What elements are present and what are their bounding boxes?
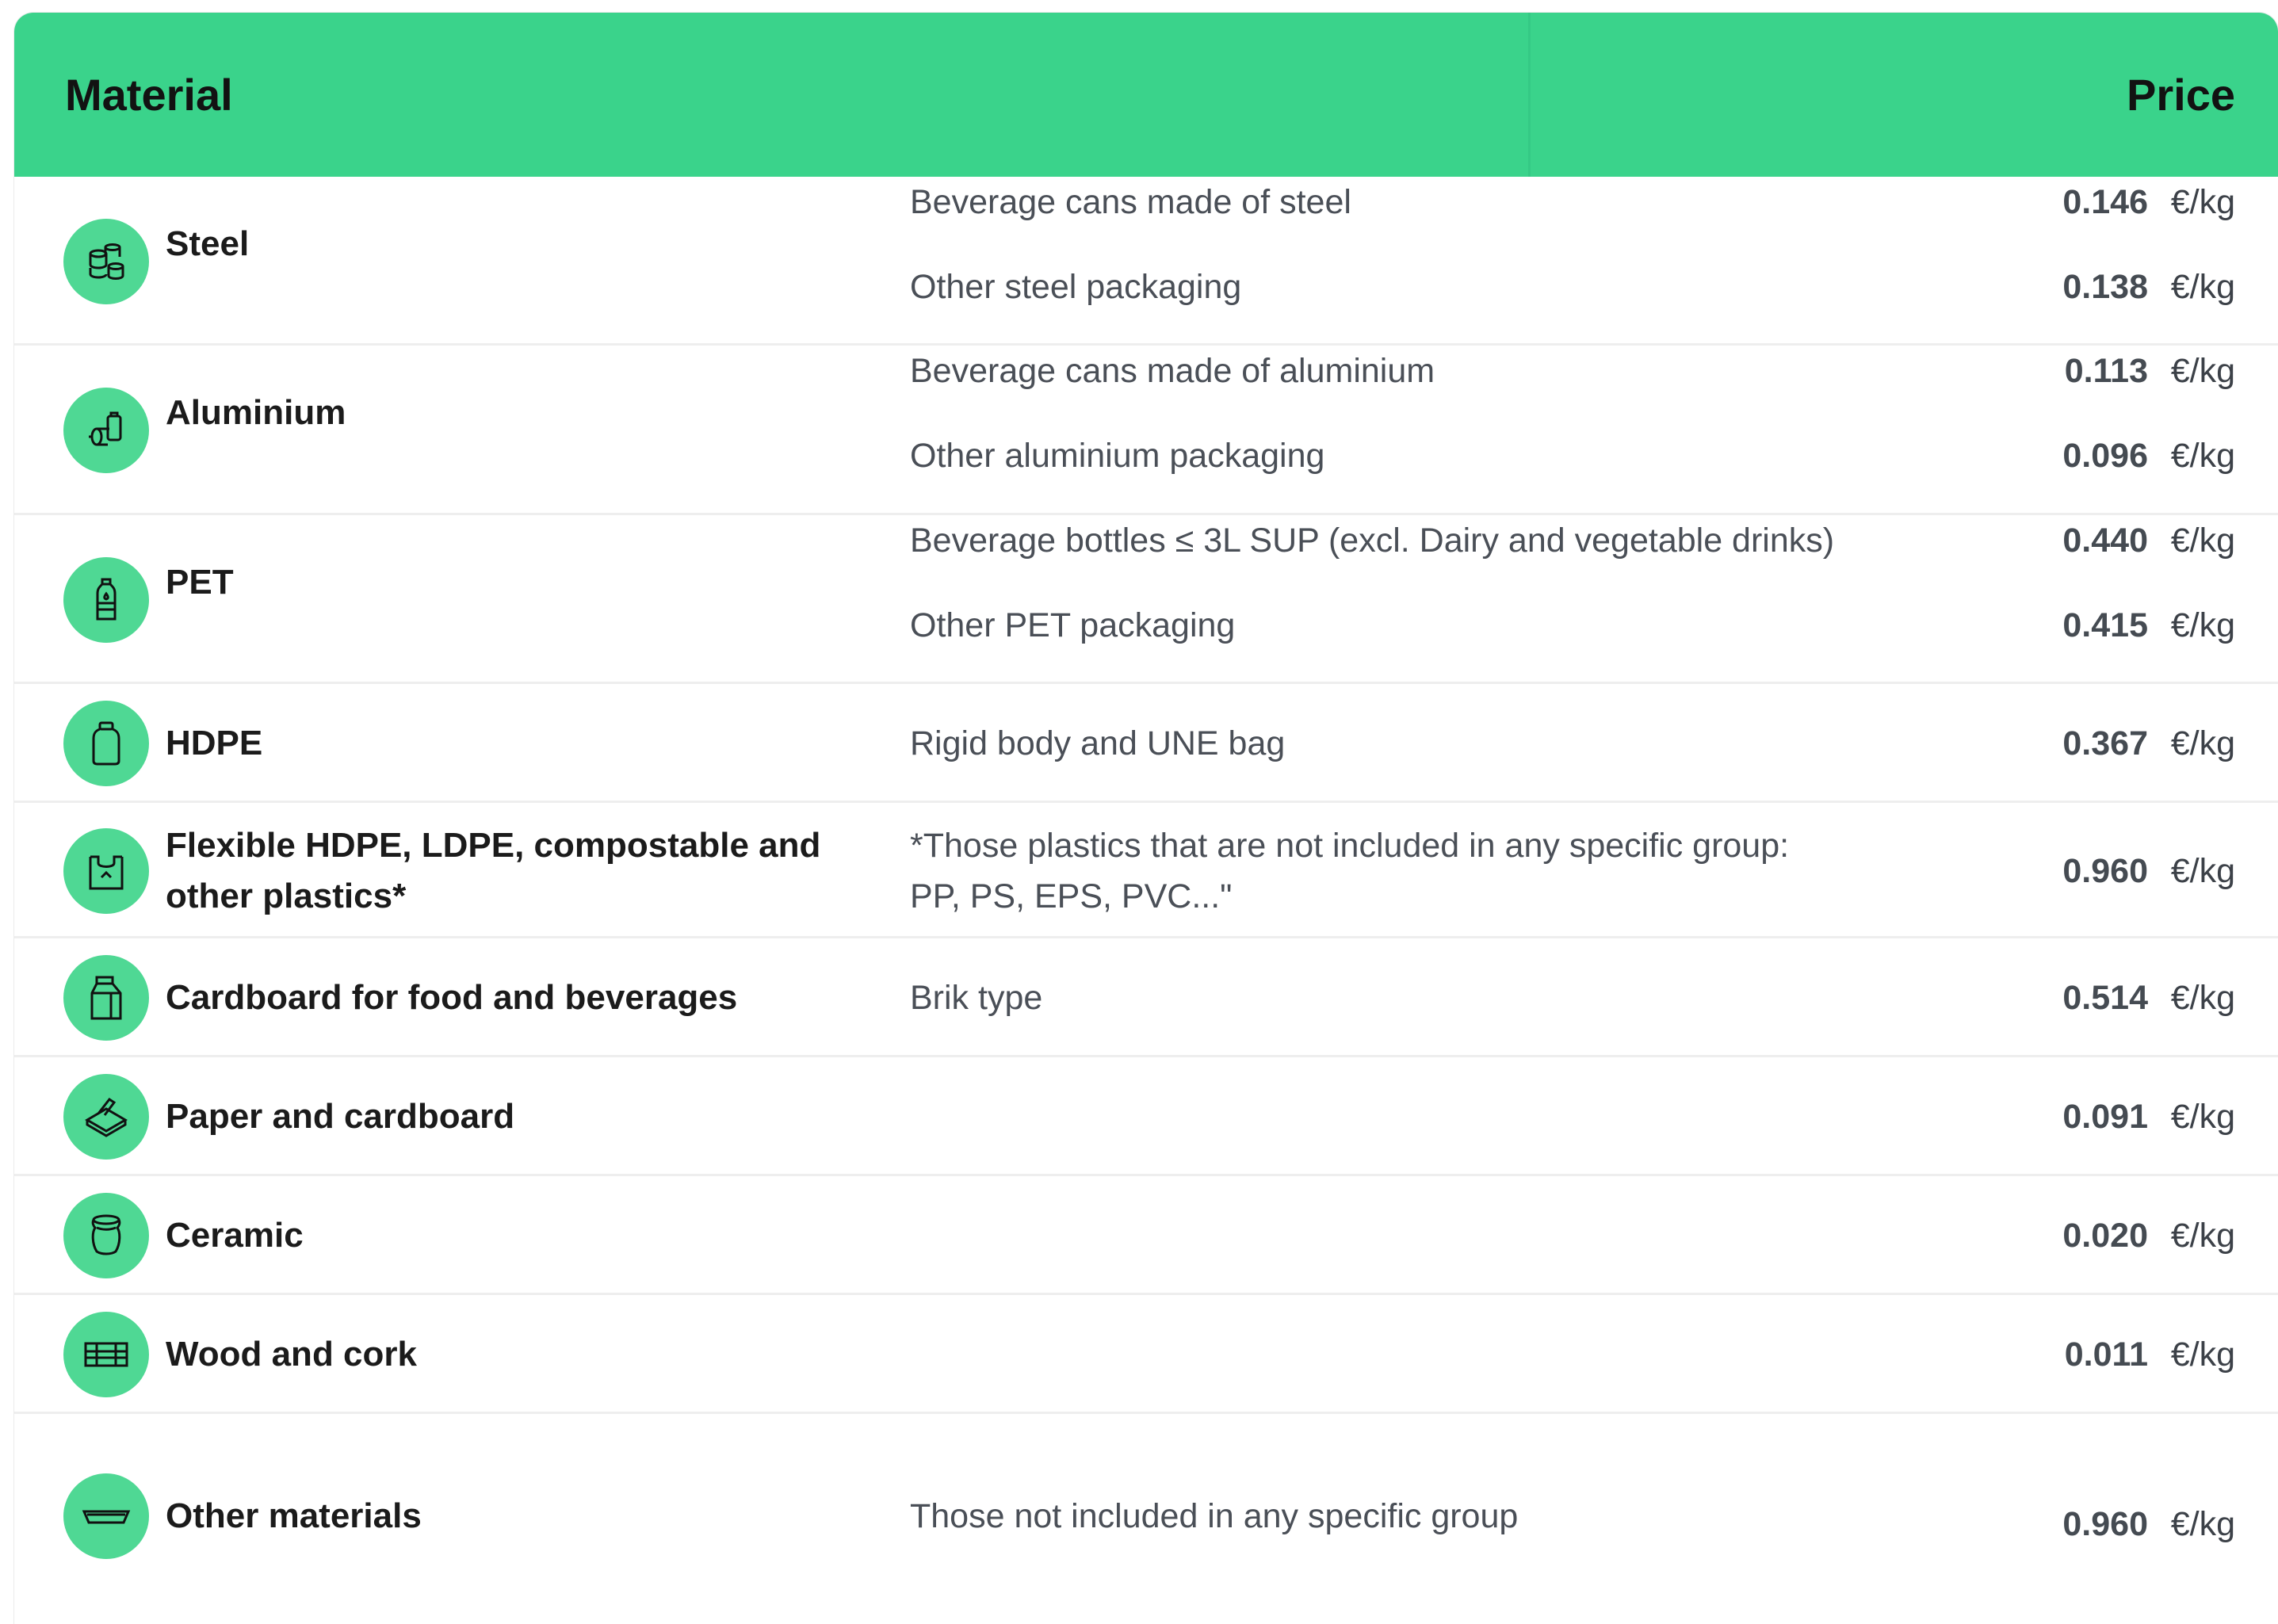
wood-pallet-icon: [63, 1312, 149, 1397]
carton-icon: [63, 955, 149, 1041]
description: Beverage cans made of steel: [910, 183, 1351, 221]
cardboard-box-icon: [63, 1074, 149, 1160]
table-row-paper-cardboard: Paper and cardboard 0.091 €/kg: [14, 1057, 2278, 1176]
price-unit: €/kg: [2170, 979, 2235, 1017]
material-name-line2: other plastics*: [166, 877, 407, 915]
column-header-material: Material: [65, 70, 233, 120]
table-row-ceramic: Ceramic 0.020 €/kg: [14, 1176, 2278, 1295]
price-value: 0.960: [2062, 852, 2148, 890]
material-name: Paper and cardboard: [166, 1097, 515, 1136]
table-row-other-materials: Other materials Those not included in an…: [14, 1414, 2278, 1624]
price-unit: €/kg: [2170, 1505, 2235, 1543]
price-unit: €/kg: [2170, 1098, 2235, 1136]
table-row-food-cardboard: Cardboard for food and beverages Brik ty…: [14, 938, 2278, 1057]
table-row-aluminium: Aluminium Beverage cans made of aluminiu…: [14, 346, 2278, 515]
price-value: 0.020: [2062, 1217, 2148, 1255]
description: Other steel packaging: [910, 268, 1242, 306]
description: Beverage cans made of aluminium: [910, 352, 1435, 390]
description: Other aluminium packaging: [910, 437, 1325, 475]
price-unit: €/kg: [2170, 183, 2235, 221]
price-unit: €/kg: [2170, 1217, 2235, 1255]
price-value: 0.138: [2062, 268, 2148, 306]
table-row-flexible-plastics: Flexible HDPE, LDPE, compostable and oth…: [14, 803, 2278, 938]
material-name: Flexible HDPE, LDPE, compostable and: [166, 826, 821, 865]
price-value: 0.415: [2062, 606, 2148, 644]
table-row-pet: PET Beverage bottles ≤ 3L SUP (excl. Dai…: [14, 515, 2278, 684]
description: Beverage bottles ≤ 3L SUP (excl. Dairy a…: [910, 522, 1835, 560]
description-line2: PP, PS, EPS, PVC...": [910, 877, 1233, 915]
table-header: Material Price: [14, 13, 2278, 177]
pet-bottle-icon: [63, 557, 149, 643]
description: Those not included in any specific group: [910, 1497, 1519, 1535]
description: Rigid body and UNE bag: [910, 724, 1286, 762]
price-unit: €/kg: [2170, 522, 2235, 560]
price-value: 0.091: [2062, 1098, 2148, 1136]
material-name: Steel: [166, 224, 250, 263]
price-unit: €/kg: [2170, 852, 2235, 890]
material-name: Cardboard for food and beverages: [166, 978, 738, 1017]
price-value: 0.440: [2062, 522, 2148, 560]
price-value: 0.514: [2062, 979, 2148, 1017]
price-unit: €/kg: [2170, 352, 2235, 390]
hdpe-jar-icon: [63, 701, 149, 786]
price-table: Material Price Steel Beverage cans made …: [14, 13, 2278, 1624]
material-name: PET: [166, 563, 234, 602]
ceramic-pot-icon: [63, 1193, 149, 1278]
aluminium-can-icon: [63, 388, 149, 473]
price-value: 0.113: [2064, 352, 2148, 390]
description: *Those plastics that are not included in…: [910, 827, 1790, 865]
header-divider: [1528, 13, 1531, 177]
price-unit: €/kg: [2170, 268, 2235, 306]
material-name: Other materials: [166, 1496, 422, 1535]
material-name: Ceramic: [166, 1216, 304, 1255]
price-unit: €/kg: [2170, 724, 2235, 762]
price-value: 0.960: [2062, 1505, 2148, 1543]
description: Other PET packaging: [910, 606, 1236, 644]
price-unit: €/kg: [2170, 1336, 2235, 1374]
price-value: 0.146: [2062, 183, 2148, 221]
table-row-wood-cork: Wood and cork 0.011 €/kg: [14, 1295, 2278, 1414]
material-name: Wood and cork: [166, 1335, 417, 1374]
material-name: Aluminium: [166, 393, 346, 432]
plastic-bag-icon: [63, 828, 149, 914]
table-row-steel: Steel Beverage cans made of steel 0.146 …: [14, 177, 2278, 346]
tray-icon: [63, 1473, 149, 1559]
price-unit: €/kg: [2170, 437, 2235, 475]
description: Brik type: [910, 979, 1043, 1017]
price-value: 0.367: [2062, 724, 2148, 762]
price-unit: €/kg: [2170, 606, 2235, 644]
steel-cans-icon: [63, 219, 149, 304]
table-row-hdpe: HDPE Rigid body and UNE bag 0.367 €/kg: [14, 684, 2278, 803]
price-value: 0.096: [2062, 437, 2148, 475]
price-value: 0.011: [2064, 1336, 2148, 1374]
column-header-price: Price: [2127, 70, 2235, 120]
material-name: HDPE: [166, 724, 263, 762]
